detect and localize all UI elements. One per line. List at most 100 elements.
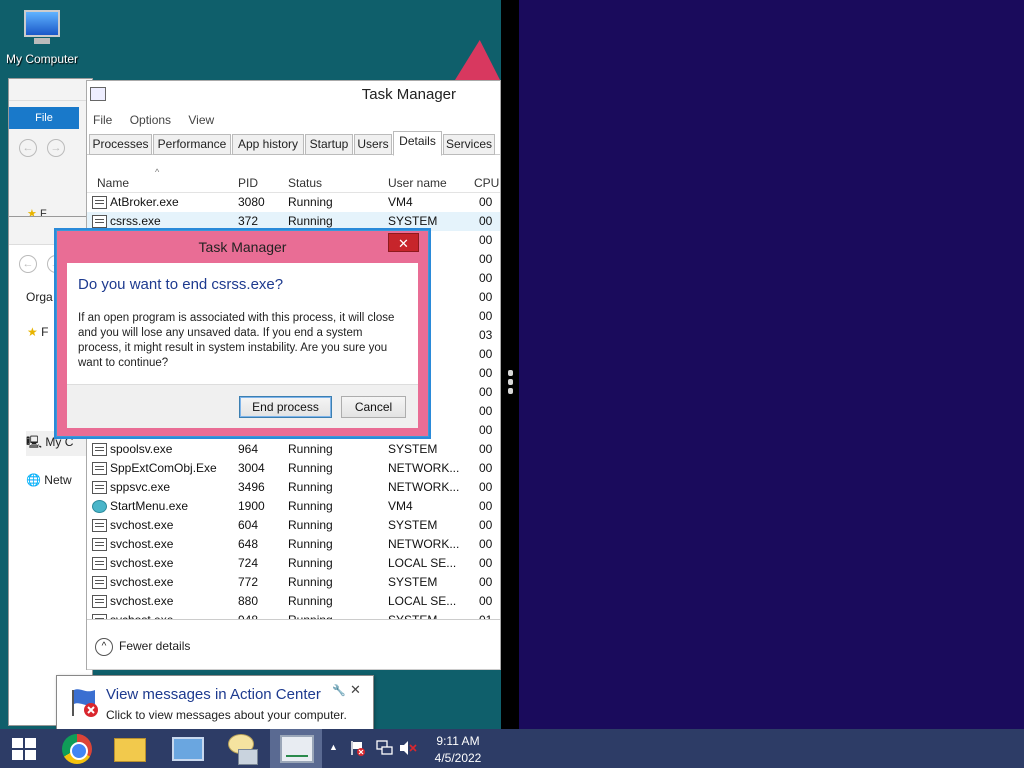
cell-cpu: 00 (479, 385, 493, 399)
cell-pid: 964 (238, 442, 259, 456)
end-process-dialog[interactable]: Task Manager ✕ Do you want to end csrss.… (56, 230, 429, 437)
dialog-body: Do you want to end csrss.exe? If an open… (67, 263, 418, 428)
cell-name: svchost.exe (110, 537, 174, 551)
dialog-title: Task Manager (198, 239, 287, 255)
notification-subtitle: Click to view messages about your comput… (106, 708, 347, 722)
sort-ascending-icon: ^ (155, 167, 160, 177)
snap-splitter[interactable] (501, 0, 519, 729)
table-row[interactable]: csrss.exe 372 Running SYSTEM 00 (87, 212, 500, 231)
table-row[interactable]: svchost.exe 772 Running SYSTEM 00 (87, 573, 500, 592)
second-monitor-background (501, 0, 1024, 729)
table-row[interactable]: svchost.exe 880 Running LOCAL SE... 00 (87, 592, 500, 611)
cell-status: Running (288, 556, 333, 570)
computer-icon: 🖳 (26, 435, 43, 449)
tab-app-history[interactable]: App history (232, 134, 304, 155)
cell-cpu: 00 (479, 366, 493, 380)
cell-name: svchost.exe (110, 594, 174, 608)
cell-cpu: 00 (479, 594, 493, 608)
volume-muted-icon[interactable] (399, 740, 417, 756)
cell-cpu: 00 (479, 271, 493, 285)
cell-cpu: 03 (479, 328, 493, 342)
taskbar-task-manager[interactable] (270, 729, 322, 768)
cell-name: svchost.exe (110, 518, 174, 532)
back-arrow-icon[interactable]: ← (19, 139, 37, 157)
taskbar-file-explorer[interactable] (104, 729, 156, 768)
table-row[interactable]: sppsvc.exe 3496 Running NETWORK... 00 (87, 478, 500, 497)
desktop-icon-my-computer[interactable]: My Computer (2, 8, 82, 66)
cell-cpu: 00 (479, 556, 493, 570)
fewer-details-button[interactable]: ^ Fewer details (95, 638, 190, 656)
table-row[interactable]: svchost.exe 648 Running NETWORK... 00 (87, 535, 500, 554)
process-window-icon (92, 196, 107, 209)
table-row[interactable]: SppExtComObj.Exe 3004 Running NETWORK... 00 (87, 459, 500, 478)
start-button[interactable] (0, 729, 48, 768)
taskbar-chrome[interactable] (52, 729, 104, 768)
tab-startup[interactable]: Startup (305, 134, 353, 155)
table-row[interactable]: svchost.exe 604 Running SYSTEM 00 (87, 516, 500, 535)
action-center-tray-icon[interactable] (350, 740, 366, 756)
tab-processes[interactable]: Processes (89, 134, 152, 155)
column-header-name[interactable]: Name (97, 176, 129, 190)
cell-user-name: NETWORK... (388, 537, 460, 551)
tab-details[interactable]: Details (393, 131, 442, 156)
end-process-button[interactable]: End process (239, 396, 332, 418)
star-icon: ★ (27, 325, 38, 339)
cell-status: Running (288, 461, 333, 475)
cell-pid: 3496 (238, 480, 265, 494)
clock-time[interactable]: 9:11 AM (430, 734, 486, 748)
explorer-window-back[interactable]: File ← → ★ F (8, 78, 93, 228)
cell-status: Running (288, 611, 333, 619)
menu-view[interactable]: View (188, 109, 214, 131)
action-center-notification[interactable]: View messages in Action Center Click to … (56, 675, 374, 740)
column-header-cpu[interactable]: CPU (474, 176, 499, 190)
tab-users[interactable]: Users (354, 134, 392, 155)
cell-name: SppExtComObj.Exe (110, 461, 217, 475)
cell-name: sppsvc.exe (110, 480, 171, 494)
task-manager-icon (280, 735, 314, 763)
table-row[interactable]: svchost.exe 724 Running LOCAL SE... 00 (87, 554, 500, 573)
close-icon[interactable]: ✕ (350, 682, 361, 698)
cancel-button[interactable]: Cancel (341, 396, 406, 418)
menu-file[interactable]: File (93, 109, 112, 131)
cell-pid: 604 (238, 518, 259, 532)
table-row[interactable]: AtBroker.exe 3080 Running VM4 00 (87, 193, 500, 212)
computer-icon (238, 749, 258, 765)
cell-status: Running (288, 575, 333, 589)
network-icon[interactable] (375, 740, 393, 756)
cell-name: csrss.exe (110, 214, 161, 228)
quick-access-toolbar[interactable] (9, 79, 92, 101)
cell-status: Running (288, 518, 333, 532)
process-window-icon (92, 215, 107, 228)
cell-pid: 772 (238, 575, 259, 589)
forward-arrow-icon[interactable]: → (47, 139, 65, 157)
process-window-icon (92, 576, 107, 589)
tab-services[interactable]: Services (443, 134, 495, 155)
table-row[interactable]: spoolsv.exe 964 Running SYSTEM 00 (87, 440, 500, 459)
table-row[interactable]: StartMenu.exe 1900 Running VM4 00 (87, 497, 500, 516)
cell-cpu: 00 (479, 480, 493, 494)
chevron-up-icon: ^ (95, 638, 113, 656)
show-hidden-icons-icon[interactable]: ▲ (329, 742, 338, 752)
wrench-icon[interactable]: 🔧 (332, 684, 346, 697)
menu-options[interactable]: Options (130, 109, 171, 131)
divider (87, 619, 500, 620)
column-header-pid[interactable]: PID (238, 176, 258, 190)
process-window-icon (92, 538, 107, 551)
cell-cpu: 00 (479, 461, 493, 475)
column-header-status[interactable]: Status (288, 176, 322, 190)
cell-cpu: 00 (479, 404, 493, 418)
tab-performance[interactable]: Performance (153, 134, 231, 155)
file-tab[interactable]: File (9, 107, 79, 129)
taskbar-remote-desktop[interactable] (162, 729, 214, 768)
dialog-footer: End process Cancel (67, 384, 418, 428)
taskbar-messenger[interactable] (216, 729, 268, 768)
back-arrow-icon[interactable]: ← (19, 255, 37, 273)
dialog-question: Do you want to end csrss.exe? (78, 276, 284, 293)
cell-cpu: 00 (479, 575, 493, 589)
close-icon[interactable]: ✕ (388, 233, 419, 252)
column-header-user-name[interactable]: User name (388, 176, 447, 190)
table-row[interactable]: svchost.exe 948 Running SYSTEM 01 (87, 611, 500, 619)
tab-strip: Processes Performance App history Startu… (87, 131, 500, 156)
splitter-handle-icon[interactable] (508, 370, 514, 400)
clock-date[interactable]: 4/5/2022 (430, 751, 486, 765)
